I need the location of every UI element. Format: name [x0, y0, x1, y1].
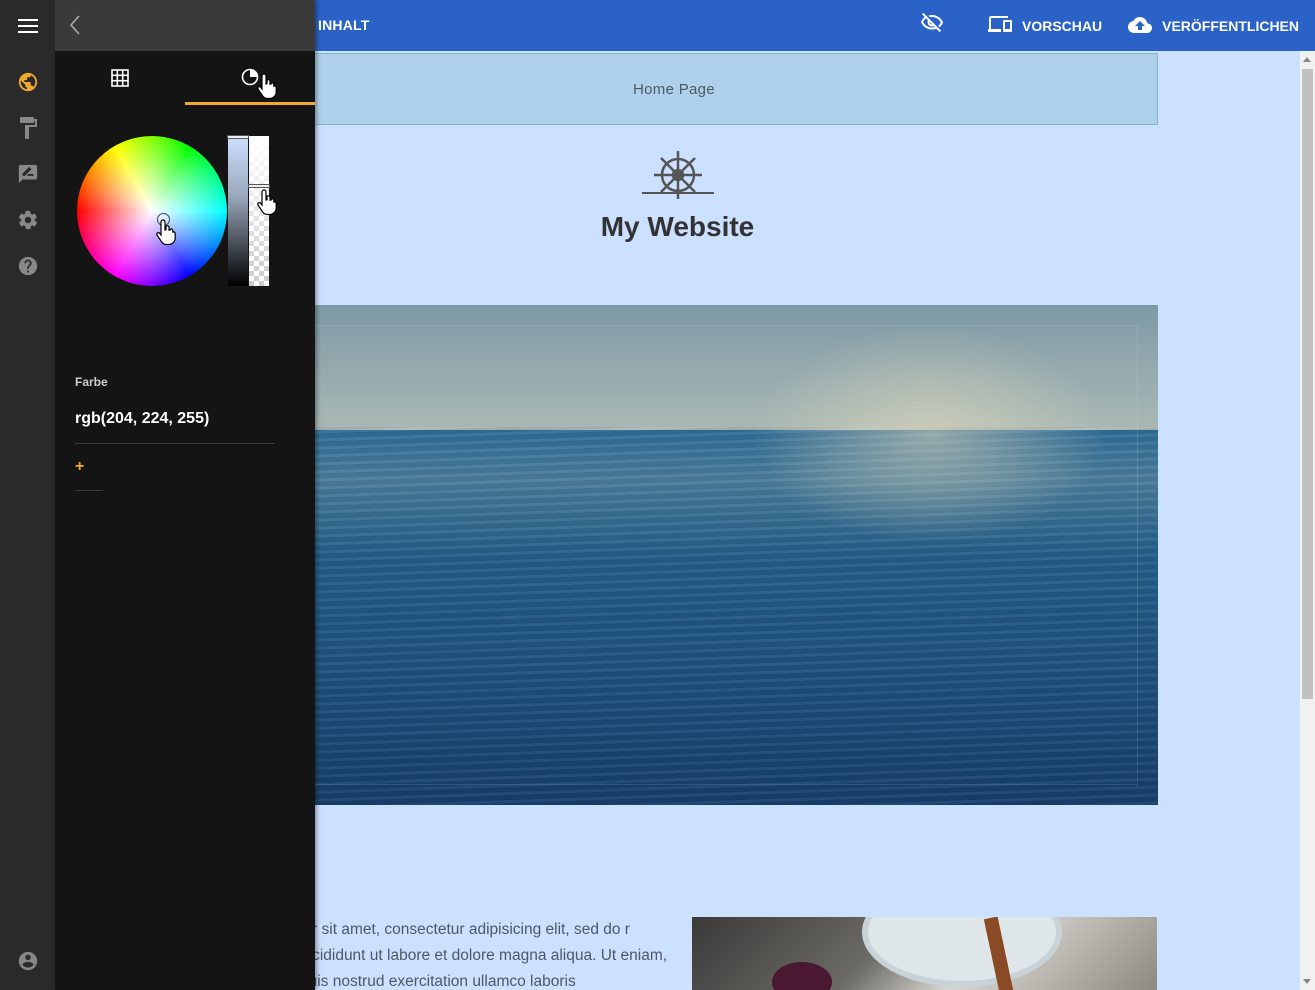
visibility-off-icon[interactable] — [920, 11, 944, 40]
vertical-scrollbar[interactable] — [1300, 51, 1315, 990]
tab-color-picker[interactable] — [185, 51, 315, 105]
photo-plate — [862, 917, 1062, 987]
scroll-thumb[interactable] — [1302, 69, 1313, 699]
publish-button[interactable]: VERÖFFENTLICHEN — [1128, 16, 1299, 35]
color-value[interactable]: rgb(204, 224, 255) — [75, 410, 209, 428]
color-panel: Farbe rgb(204, 224, 255) + — [55, 0, 315, 990]
hero-frame — [210, 325, 1138, 785]
gear-icon[interactable] — [17, 209, 39, 231]
panel-header — [55, 0, 315, 51]
divider — [75, 490, 103, 491]
grid-icon — [111, 69, 129, 87]
color-wheel[interactable] — [77, 136, 227, 286]
hand-cursor-icon — [156, 218, 178, 251]
section-inhalt-label[interactable]: INHALT — [318, 0, 370, 51]
body-paragraph: lor sit amet, consectetur adipisicing el… — [300, 921, 668, 990]
add-color-button[interactable]: + — [75, 458, 84, 476]
opacity-handle[interactable] — [248, 184, 270, 188]
site-menu-bar[interactable]: Home Page — [190, 53, 1158, 125]
photo-berries — [772, 962, 832, 990]
left-rail — [0, 0, 55, 990]
scroll-down-arrow[interactable] — [1303, 979, 1311, 984]
menu-item-home-page[interactable]: Home Page — [633, 81, 715, 98]
lightness-handle[interactable] — [227, 135, 249, 139]
lightness-slider[interactable] — [227, 135, 249, 286]
globe-icon[interactable] — [17, 71, 39, 93]
preview-label: VORSCHAU — [1021, 17, 1103, 34]
help-icon[interactable] — [17, 255, 39, 277]
cloud-upload-icon — [1128, 16, 1153, 33]
ship-wheel-logo — [638, 147, 718, 204]
form-icon[interactable] — [17, 163, 39, 185]
back-chevron-icon[interactable] — [69, 14, 81, 41]
color-label: Farbe — [75, 375, 108, 389]
hand-cursor-icon — [257, 72, 279, 105]
scroll-up-arrow[interactable] — [1303, 57, 1311, 62]
preview-button[interactable]: VORSCHAU — [987, 15, 1103, 36]
tab-swatches[interactable] — [55, 51, 185, 105]
paint-roller-icon[interactable] — [17, 117, 39, 139]
hamburger-menu-icon[interactable] — [0, 0, 55, 51]
food-photo — [692, 917, 1157, 990]
hero-ocean-image — [190, 305, 1158, 805]
devices-icon — [987, 15, 1012, 32]
hand-cursor-icon — [257, 188, 279, 221]
publish-label: VERÖFFENTLICHEN — [1162, 17, 1299, 34]
account-icon[interactable] — [17, 950, 39, 972]
divider — [75, 443, 275, 444]
top-bar-actions: VORSCHAU VERÖFFENTLICHEN — [920, 0, 1299, 51]
